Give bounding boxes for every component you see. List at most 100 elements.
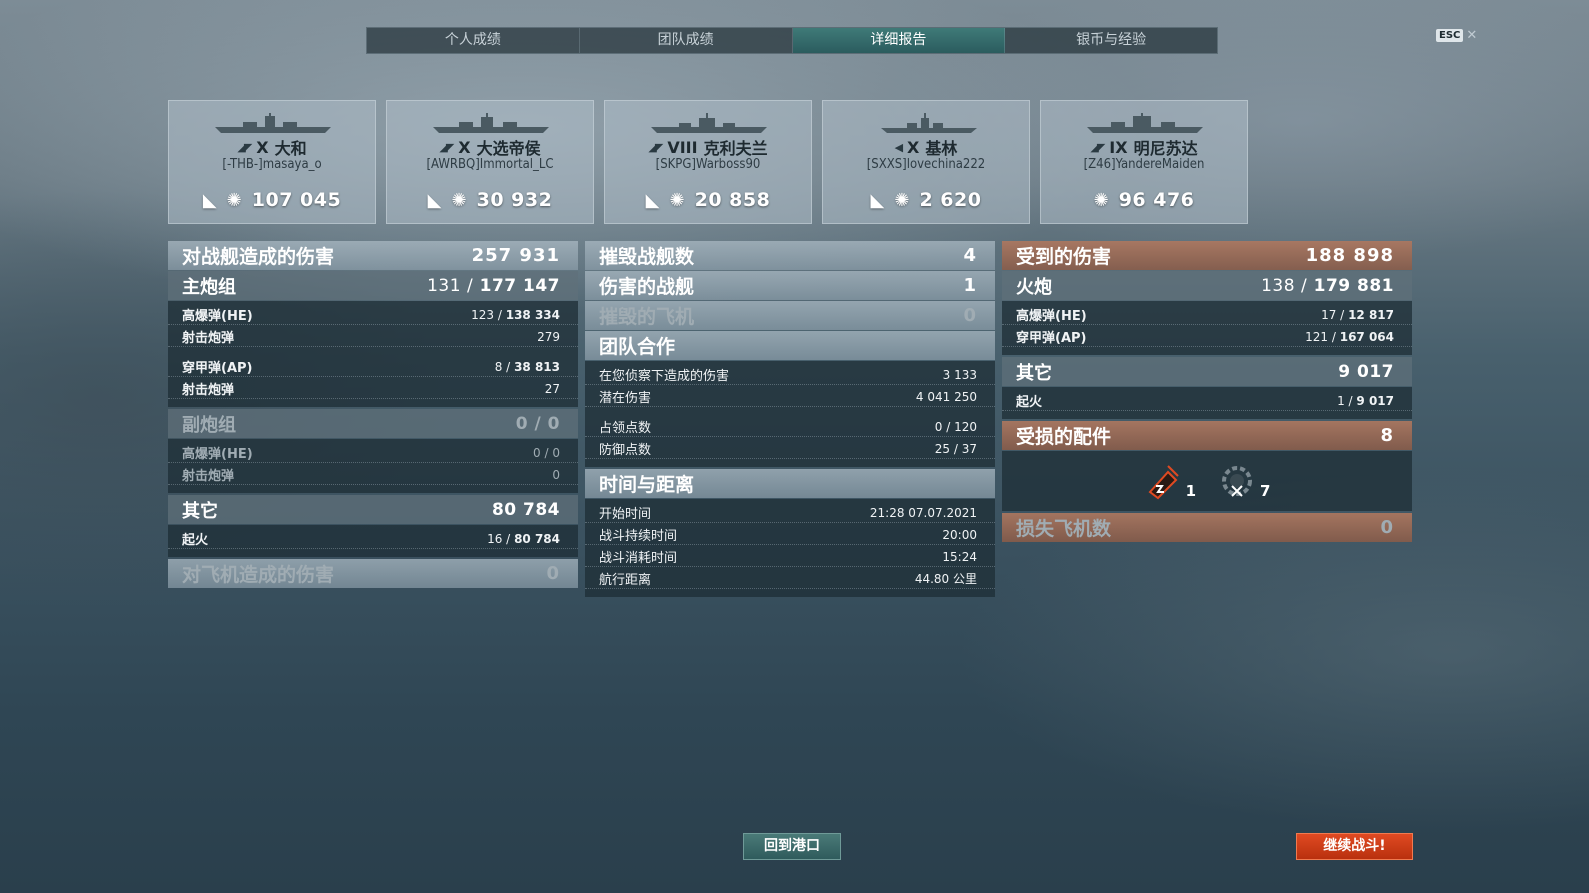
ship-stats: ◣ ✺ 30 932 <box>387 189 593 211</box>
ship-name: 克利夫兰 <box>703 139 768 158</box>
ship-class-icon: ◢◤ <box>1090 140 1105 154</box>
stat-row: 高爆弹(HE) 0 / 0 <box>168 443 578 463</box>
explosion-icon: ✺ <box>669 189 685 211</box>
stat-row: 穿甲弹(AP) 121 / 167 064 <box>1002 327 1412 347</box>
aircraft-damage-label: 对飞机造成的伤害 <box>182 564 335 586</box>
ship-class-icon: ◀ <box>894 140 904 154</box>
stat-value: 12 817 <box>1348 307 1394 322</box>
stat-value: 21:28 07.07.2021 <box>869 505 977 520</box>
stat-row: 高爆弹(HE) 17 / 12 817 <box>1002 305 1412 325</box>
stat-row: 潜在伤害 4 041 250 <box>585 387 995 407</box>
combat-summary-panel: 摧毁战舰数 4 伤害的战舰 1 摧毁的飞机 0 团队合作 在您侦察下造成的伤害 … <box>585 241 995 599</box>
stat-label: 起火 <box>182 533 209 548</box>
ship-card: ◀ X 基林 [SXXS]lovechina222 ◣ ✺ 2 620 <box>822 100 1030 224</box>
ship-damage-label: 对战舰造成的伤害 <box>182 246 335 268</box>
other-damage-header: 其它 80 784 <box>168 495 578 524</box>
main-battery-hits: 131 / <box>427 275 474 296</box>
main-battery-label: 主炮组 <box>182 276 236 298</box>
stat-value: 167 064 <box>1339 329 1394 344</box>
damaged-modules-value: 8 <box>1380 425 1394 446</box>
ship-stats: ◣ ✺ 107 045 <box>169 189 375 211</box>
received-damage-label: 受到的伤害 <box>1016 246 1112 268</box>
stat-label: 射击炮弹 <box>182 331 235 346</box>
stat-label: 防御点数 <box>599 443 652 458</box>
ship-class-icon: ◢◤ <box>439 140 454 154</box>
destroyed-ships-label: 摧毁战舰数 <box>599 246 695 268</box>
stat-hits: 17 / <box>1321 307 1345 322</box>
stat-label: 航行距离 <box>599 573 652 588</box>
report-tabs: 个人成绩 团队成绩 详细报告 银币与经验 <box>366 27 1218 54</box>
secondary-battery-details: 高爆弹(HE) 0 / 0 射击炮弹 0 <box>168 439 578 493</box>
sunk-ship-icon: ◣ <box>427 189 442 211</box>
received-other-header: 其它 9 017 <box>1002 357 1412 386</box>
destroyer-silhouette-icon <box>881 113 977 133</box>
damage-received-panel: 受到的伤害 188 898 火炮 138 / 179 881 高爆弹(HE) 1… <box>1002 241 1412 543</box>
explosion-icon: ✺ <box>1093 189 1109 211</box>
ship-tier: IX <box>1109 137 1128 157</box>
ship-tier: X <box>907 137 920 157</box>
stat-value: 0 / 120 <box>934 419 977 434</box>
damaged-modules-label: 受损的配件 <box>1016 426 1112 448</box>
player-name: [SXXS]lovechina222 <box>866 157 986 172</box>
stat-label: 高爆弹(HE) <box>182 447 253 462</box>
time-distance-label: 时间与距离 <box>599 474 695 496</box>
damaged-modules-list: 1 7 <box>1002 451 1412 511</box>
main-battery-value: 177 147 <box>479 275 560 296</box>
battleship-silhouette-icon <box>215 113 331 133</box>
damage-dealt: 20 858 <box>694 189 771 211</box>
ship-name-row: ◀ X 基林 <box>823 135 1029 159</box>
return-to-port-button[interactable]: 回到港口 <box>743 833 841 860</box>
secondary-battery-header: 副炮组 0 / 0 <box>168 409 578 438</box>
module-count: 7 <box>1260 482 1271 500</box>
tab-team[interactable]: 团队成绩 <box>580 28 793 53</box>
ship-name-row: ◢◤ X 大和 <box>169 135 375 159</box>
stat-hits: 16 / <box>487 531 511 546</box>
stat-row: 射击炮弹 27 <box>168 379 578 399</box>
module-item: 1 <box>1144 462 1196 500</box>
stat-value: 25 / 37 <box>934 441 977 456</box>
received-damage-header: 受到的伤害 188 898 <box>1002 241 1412 270</box>
stat-label: 在您侦察下造成的伤害 <box>599 369 730 384</box>
stat-value: 0 / 0 <box>533 445 560 460</box>
ship-name-row: ◢◤ VIII 克利夫兰 <box>605 135 811 159</box>
time-distance-header: 时间与距离 <box>585 469 995 498</box>
aircraft-damage-header: 对飞机造成的伤害 0 <box>168 559 578 588</box>
damage-dealt-panel: 对战舰造成的伤害 257 931 主炮组 131 / 177 147 高爆弹(H… <box>168 241 578 589</box>
teamwork-label: 团队合作 <box>599 336 676 358</box>
ship-name: 基林 <box>925 139 958 158</box>
stat-row: 在您侦察下造成的伤害 3 133 <box>585 365 995 385</box>
stat-value: 138 334 <box>505 307 560 322</box>
battleship-silhouette-icon <box>433 113 549 133</box>
guns-value: 179 881 <box>1313 275 1394 296</box>
ship-card: ◢◤ VIII 克利夫兰 [SKPG]Warboss90 ◣ ✺ 20 858 <box>604 100 812 224</box>
stat-row: 穿甲弹(AP) 8 / 38 813 <box>168 357 578 377</box>
stat-row: 起火 16 / 80 784 <box>168 529 578 549</box>
stat-hits: 1 / <box>1337 393 1353 408</box>
other-damage-details: 起火 16 / 80 784 <box>168 525 578 557</box>
destroyed-ships-value: 4 <box>963 245 977 266</box>
stat-label: 占领点数 <box>599 421 652 436</box>
stat-label: 穿甲弹(AP) <box>1016 331 1087 346</box>
battle-button[interactable]: 继续战斗! <box>1296 833 1413 860</box>
damaged-ships-value: 1 <box>963 275 977 296</box>
damaged-ships-header: 伤害的战舰 1 <box>585 271 995 300</box>
stat-row: 防御点数 25 / 37 <box>585 439 995 459</box>
stat-hits: 121 / <box>1305 329 1336 344</box>
ship-tier: X <box>256 137 269 157</box>
other-damage-value: 80 784 <box>491 499 560 520</box>
esc-key-icon: ESC <box>1436 29 1464 42</box>
ship-cards: ◢◤ X 大和 [-THB-]masaya_o ◣ ✺ 107 045 ◢◤ X… <box>168 100 1248 224</box>
sunk-ship-icon: ◣ <box>645 189 660 211</box>
tab-personal[interactable]: 个人成绩 <box>367 28 580 53</box>
lost-planes-header: 损失飞机数 0 <box>1002 513 1412 542</box>
stat-label: 射击炮弹 <box>182 469 235 484</box>
ship-tier: VIII <box>667 137 698 157</box>
explosion-icon: ✺ <box>226 189 242 211</box>
ship-damage-value: 257 931 <box>471 245 560 266</box>
damage-dealt: 107 045 <box>251 189 342 211</box>
tab-credits-xp[interactable]: 银币与经验 <box>1005 28 1217 53</box>
tab-detailed-report[interactable]: 详细报告 <box>792 28 1006 53</box>
stat-label: 高爆弹(HE) <box>182 309 253 324</box>
ship-class-icon: ◢◤ <box>648 140 663 154</box>
close-button[interactable]: ESC ✕ <box>1436 28 1477 43</box>
